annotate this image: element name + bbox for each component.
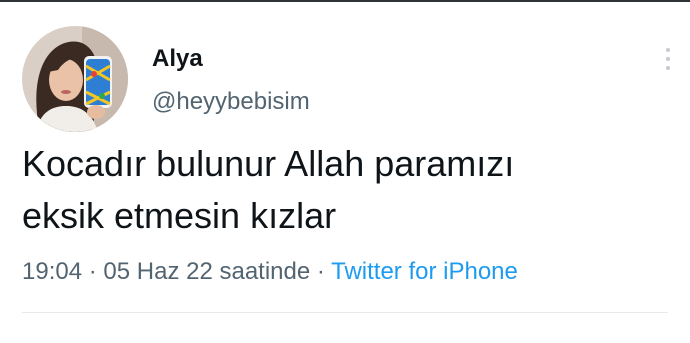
avatar[interactable] <box>22 26 128 132</box>
user-handle[interactable]: @heyybebisim <box>152 88 310 116</box>
avatar-image <box>22 26 128 132</box>
more-dot <box>666 66 670 70</box>
more-dot <box>666 48 670 52</box>
tweet-meta: 19:04 · 05 Haz 22 saatinde · Twitter for… <box>22 258 518 286</box>
tweet-source-link[interactable]: Twitter for iPhone <box>331 258 518 285</box>
meta-separator: · <box>316 258 325 285</box>
display-name[interactable]: Alya <box>152 45 203 73</box>
meta-separator: · <box>88 258 97 285</box>
more-dot <box>666 57 670 61</box>
tweet-time[interactable]: 19:04 <box>22 258 82 285</box>
tweet-text: Kocadır bulunur Allah paramızı eksik etm… <box>22 138 662 242</box>
tweet-text-line: eksik etmesin kızlar <box>22 195 337 236</box>
divider <box>22 312 668 313</box>
vertical-ellipsis-icon[interactable] <box>656 42 680 76</box>
tweet-card: Alya @heyybebisim Kocadır bulunur Allah … <box>0 2 690 343</box>
tweet-text-line: Kocadır bulunur Allah paramızı <box>22 143 515 184</box>
tweet-date[interactable]: 05 Haz 22 saatinde <box>103 258 310 285</box>
